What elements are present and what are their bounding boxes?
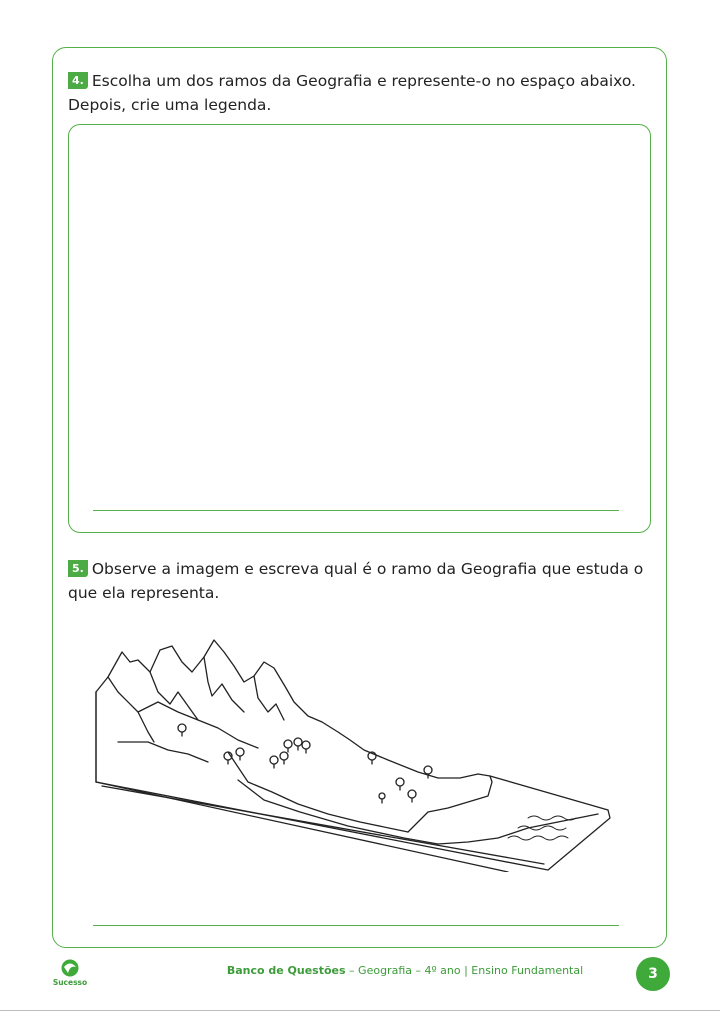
coastline xyxy=(489,775,609,811)
mountain-ridge xyxy=(95,639,491,779)
answer-line[interactable] xyxy=(93,925,619,926)
question-5: 5. Observe a imagem e escreva qual é o ra… xyxy=(68,557,658,605)
page-number-badge: 3 xyxy=(636,957,670,991)
leaf-globe-icon xyxy=(61,959,79,977)
legend-line[interactable] xyxy=(93,510,619,511)
block-base xyxy=(95,781,611,871)
question-5-text: Observe a imagem e escreva qual é o ramo… xyxy=(68,560,644,602)
footer-title-bold: Banco de Questões xyxy=(226,964,346,977)
question-5-number: 5. xyxy=(68,560,88,577)
landscape-illustration xyxy=(95,639,611,872)
block-left-face xyxy=(95,691,509,872)
terrain-layer xyxy=(227,751,409,833)
sucesso-logo: Sucesso xyxy=(50,958,90,990)
page-bottom-rule xyxy=(0,1010,720,1011)
sea-waves xyxy=(507,815,577,841)
question-4-number: 4. xyxy=(68,72,88,89)
footer-title-rest: – Geografia – 4º ano | Ensino Fundamenta… xyxy=(345,964,584,977)
question-4: 4. Escolha um dos ramos da Geografia e re… xyxy=(68,69,658,117)
footer-title: Banco de Questões – Geografia – 4º ano |… xyxy=(200,964,610,977)
question-4-text: Escolha um dos ramos da Geografia e repr… xyxy=(68,72,636,114)
trees xyxy=(177,723,433,804)
drawing-area[interactable] xyxy=(68,124,651,533)
sea-edge xyxy=(437,813,599,845)
logo-text: Sucesso xyxy=(52,978,88,987)
